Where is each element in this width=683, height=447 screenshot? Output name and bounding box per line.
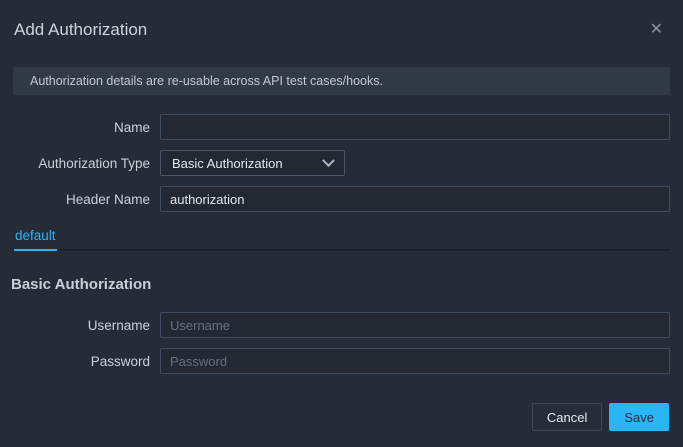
authorization-type-row: Authorization Type Basic Authorization [13, 150, 670, 176]
password-label: Password [90, 353, 150, 369]
chevron-down-icon [322, 153, 335, 167]
section-heading: Basic Authorization [11, 276, 152, 293]
add-authorization-modal: Add Authorization ✕ Authorization detail… [0, 0, 683, 447]
authorization-type-label: Authorization Type [38, 155, 150, 171]
username-input[interactable] [160, 312, 670, 338]
password-input[interactable] [160, 348, 670, 374]
username-label: Username [87, 317, 150, 333]
name-input[interactable] [160, 114, 670, 140]
header-name-row: Header Name [13, 186, 670, 212]
name-label: Name [113, 119, 150, 135]
username-row: Username [13, 312, 670, 338]
header-name-input[interactable] [160, 186, 670, 212]
credentials-area: Username Password [0, 312, 683, 374]
info-banner-text: Authorization details are re-usable acro… [30, 74, 383, 88]
form-area: Name Authorization Type Basic Authorizat… [0, 114, 683, 212]
modal-header: Add Authorization ✕ [0, 0, 683, 40]
tab-default[interactable]: default [14, 224, 57, 251]
authorization-type-select[interactable]: Basic Authorization [160, 150, 345, 176]
tab-bar: default [13, 224, 670, 251]
info-banner: Authorization details are re-usable acro… [13, 67, 670, 95]
modal-title: Add Authorization [14, 20, 148, 39]
cancel-button[interactable]: Cancel [531, 403, 603, 431]
password-row: Password [13, 348, 670, 374]
header-name-label: Header Name [65, 191, 150, 207]
close-icon[interactable]: ✕ [646, 20, 667, 40]
save-button[interactable]: Save [609, 403, 669, 431]
authorization-type-selected-value: Basic Authorization [172, 155, 283, 171]
name-row: Name [13, 114, 670, 140]
modal-footer: Cancel Save [0, 403, 683, 431]
